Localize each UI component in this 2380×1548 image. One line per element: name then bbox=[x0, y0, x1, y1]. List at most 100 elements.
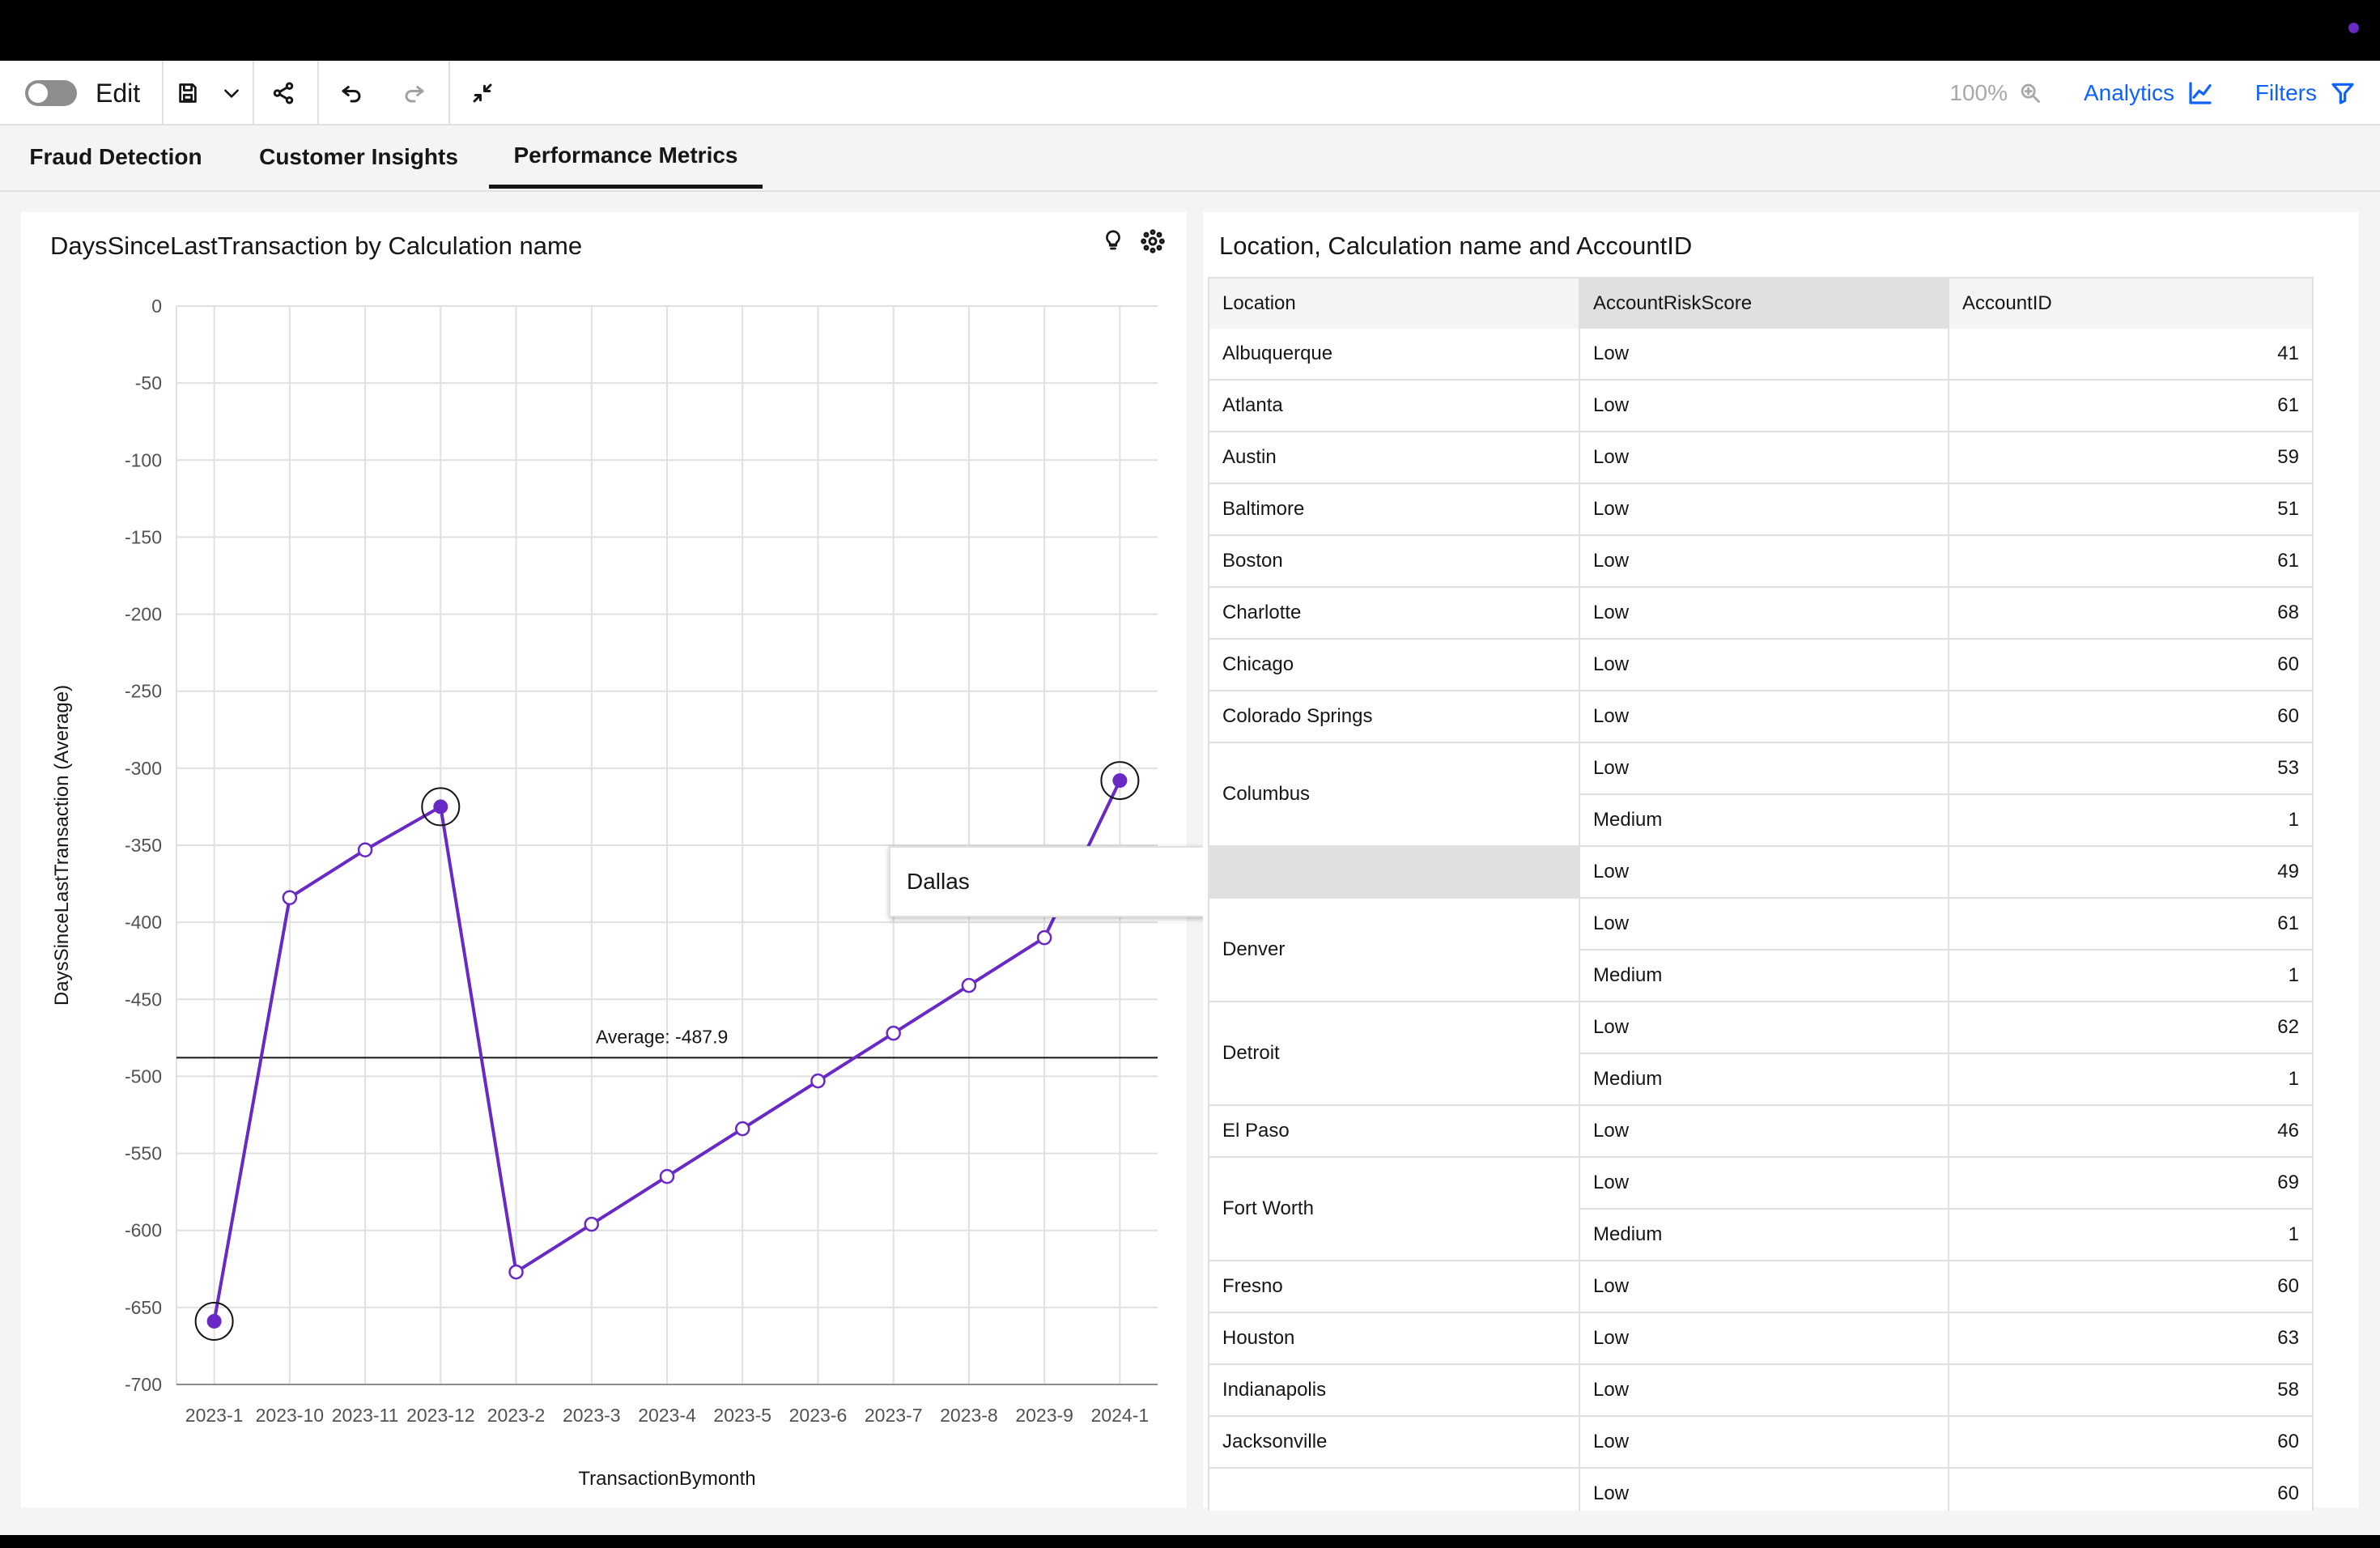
y-tick-label: -450 bbox=[125, 989, 162, 1010]
account-id-cell[interactable]: 46 bbox=[1949, 1106, 2314, 1158]
x-tick-label: 2023-12 bbox=[406, 1405, 474, 1426]
crosstab-table[interactable]: Location AccountRiskScore AccountID Albuque… bbox=[1208, 277, 2314, 1511]
risk-score-cell[interactable]: Low bbox=[1580, 1417, 1949, 1469]
risk-score-cell[interactable]: Low bbox=[1580, 1106, 1949, 1158]
account-id-cell[interactable]: 69 bbox=[1949, 1158, 2314, 1210]
account-id-cell[interactable]: 68 bbox=[1949, 588, 2314, 640]
location-cell[interactable]: Jacksonville bbox=[1209, 1417, 1580, 1469]
account-id-cell[interactable]: 60 bbox=[1949, 640, 2314, 691]
location-cell[interactable]: Boston bbox=[1209, 536, 1580, 588]
x-tick-label: 2023-10 bbox=[256, 1405, 324, 1426]
risk-score-cell[interactable]: Medium bbox=[1580, 795, 1949, 847]
y-tick-label: -400 bbox=[125, 912, 162, 933]
account-id-cell[interactable]: 60 bbox=[1949, 1417, 2314, 1469]
account-id-cell[interactable]: 61 bbox=[1949, 536, 2314, 588]
analytics-button[interactable]: Analytics bbox=[2084, 61, 2213, 125]
filters-label: Filters bbox=[2255, 80, 2317, 105]
risk-score-cell[interactable]: Low bbox=[1580, 899, 1949, 950]
account-id-cell[interactable]: 63 bbox=[1949, 1313, 2314, 1365]
location-cell[interactable]: Fresno bbox=[1209, 1261, 1580, 1313]
risk-score-cell[interactable]: Low bbox=[1580, 536, 1949, 588]
location-cell[interactable]: Baltimore bbox=[1209, 484, 1580, 536]
risk-score-cell[interactable]: Low bbox=[1580, 484, 1949, 536]
risk-score-cell[interactable]: Medium bbox=[1580, 1210, 1949, 1261]
location-cell[interactable]: Colorado Springs bbox=[1209, 691, 1580, 743]
y-tick-label: -50 bbox=[135, 372, 162, 393]
location-cell[interactable]: Fort Worth bbox=[1209, 1158, 1580, 1261]
risk-score-cell[interactable]: Low bbox=[1580, 329, 1949, 381]
x-tick-label: 2023-9 bbox=[1015, 1405, 1073, 1426]
location-cell[interactable] bbox=[1209, 1469, 1580, 1511]
location-cell[interactable]: Detroit bbox=[1209, 1002, 1580, 1106]
risk-score-cell[interactable]: Low bbox=[1580, 381, 1949, 432]
risk-score-cell[interactable]: Low bbox=[1580, 1365, 1949, 1417]
y-tick-label: -650 bbox=[125, 1297, 162, 1318]
account-id-cell[interactable]: 61 bbox=[1949, 381, 2314, 432]
risk-score-cell[interactable]: Low bbox=[1580, 640, 1949, 691]
y-tick-label: -550 bbox=[125, 1143, 162, 1164]
analytics-label: Analytics bbox=[2083, 80, 2174, 105]
location-cell[interactable]: El Paso bbox=[1209, 1106, 1580, 1158]
account-id-cell[interactable]: 60 bbox=[1949, 691, 2314, 743]
column-header[interactable]: Location bbox=[1209, 279, 1580, 329]
location-cell[interactable]: Indianapolis bbox=[1209, 1365, 1580, 1417]
risk-score-cell[interactable]: Low bbox=[1580, 1158, 1949, 1210]
account-id-cell[interactable]: 60 bbox=[1949, 1469, 2314, 1511]
column-header[interactable]: AccountID bbox=[1949, 279, 2314, 329]
y-tick-label: -200 bbox=[125, 604, 162, 625]
location-cell[interactable]: Charlotte bbox=[1209, 588, 1580, 640]
filter-icon bbox=[2331, 83, 2354, 104]
risk-score-cell[interactable]: Low bbox=[1580, 1002, 1949, 1054]
data-point-selected bbox=[433, 799, 448, 814]
risk-score-cell[interactable]: Low bbox=[1580, 1469, 1949, 1511]
location-cell[interactable]: Atlanta bbox=[1209, 381, 1580, 432]
column-header[interactable]: AccountRiskScore bbox=[1580, 279, 1949, 329]
x-tick-label: 2023-3 bbox=[563, 1405, 621, 1426]
table-title: Location, Calculation name and AccountID bbox=[1219, 232, 1693, 260]
risk-score-cell[interactable]: Medium bbox=[1580, 950, 1949, 1002]
location-cell[interactable]: Columbus bbox=[1209, 743, 1580, 847]
account-id-cell[interactable]: 1 bbox=[1949, 950, 2314, 1002]
location-cell[interactable]: Austin bbox=[1209, 432, 1580, 484]
zoom-in-icon bbox=[2021, 83, 2040, 103]
risk-score-cell[interactable]: Low bbox=[1580, 847, 1949, 899]
account-id-cell[interactable]: 53 bbox=[1949, 743, 2314, 795]
data-point bbox=[282, 890, 298, 905]
risk-score-cell[interactable]: Low bbox=[1580, 1261, 1949, 1313]
account-id-cell[interactable]: 41 bbox=[1949, 329, 2314, 381]
location-cell[interactable]: Houston bbox=[1209, 1313, 1580, 1365]
location-cell[interactable]: Denver bbox=[1209, 899, 1580, 1002]
x-tick-label: 2023-8 bbox=[940, 1405, 998, 1426]
account-id-cell[interactable]: 51 bbox=[1949, 484, 2314, 536]
account-id-cell[interactable]: 58 bbox=[1949, 1365, 2314, 1417]
risk-score-cell[interactable]: Low bbox=[1580, 588, 1949, 640]
line-chart-icon bbox=[2189, 82, 2212, 104]
filters-button[interactable]: Filters bbox=[2255, 61, 2356, 125]
account-id-cell[interactable]: 59 bbox=[1949, 432, 2314, 484]
y-tick-label: -700 bbox=[125, 1374, 162, 1395]
risk-score-cell[interactable]: Low bbox=[1580, 691, 1949, 743]
data-point bbox=[810, 1073, 826, 1089]
zoom-control[interactable]: 100% bbox=[1949, 61, 2042, 125]
risk-score-cell[interactable]: Medium bbox=[1580, 1054, 1949, 1106]
account-id-cell[interactable]: 1 bbox=[1949, 795, 2314, 847]
account-id-cell[interactable]: 61 bbox=[1949, 899, 2314, 950]
location-cell[interactable] bbox=[1209, 847, 1580, 899]
data-point bbox=[508, 1264, 524, 1280]
account-id-cell[interactable]: 1 bbox=[1949, 1054, 2314, 1106]
x-tick-label: 2023-6 bbox=[789, 1405, 848, 1426]
account-id-cell[interactable]: 60 bbox=[1949, 1261, 2314, 1313]
y-tick-label: -100 bbox=[125, 449, 162, 470]
average-label: Average: -487.9 bbox=[596, 1026, 728, 1047]
risk-score-cell[interactable]: Low bbox=[1580, 1313, 1949, 1365]
account-id-cell[interactable]: 49 bbox=[1949, 847, 2314, 899]
data-point bbox=[659, 1168, 675, 1184]
account-id-cell[interactable]: 62 bbox=[1949, 1002, 2314, 1054]
risk-score-cell[interactable]: Low bbox=[1580, 432, 1949, 484]
location-cell[interactable]: Albuquerque bbox=[1209, 329, 1580, 381]
risk-score-cell[interactable]: Low bbox=[1580, 743, 1949, 795]
y-tick-label: -300 bbox=[125, 758, 162, 779]
x-axis-title: TransactionBymonth bbox=[578, 1468, 755, 1490]
account-id-cell[interactable]: 1 bbox=[1949, 1210, 2314, 1261]
location-cell[interactable]: Chicago bbox=[1209, 640, 1580, 691]
